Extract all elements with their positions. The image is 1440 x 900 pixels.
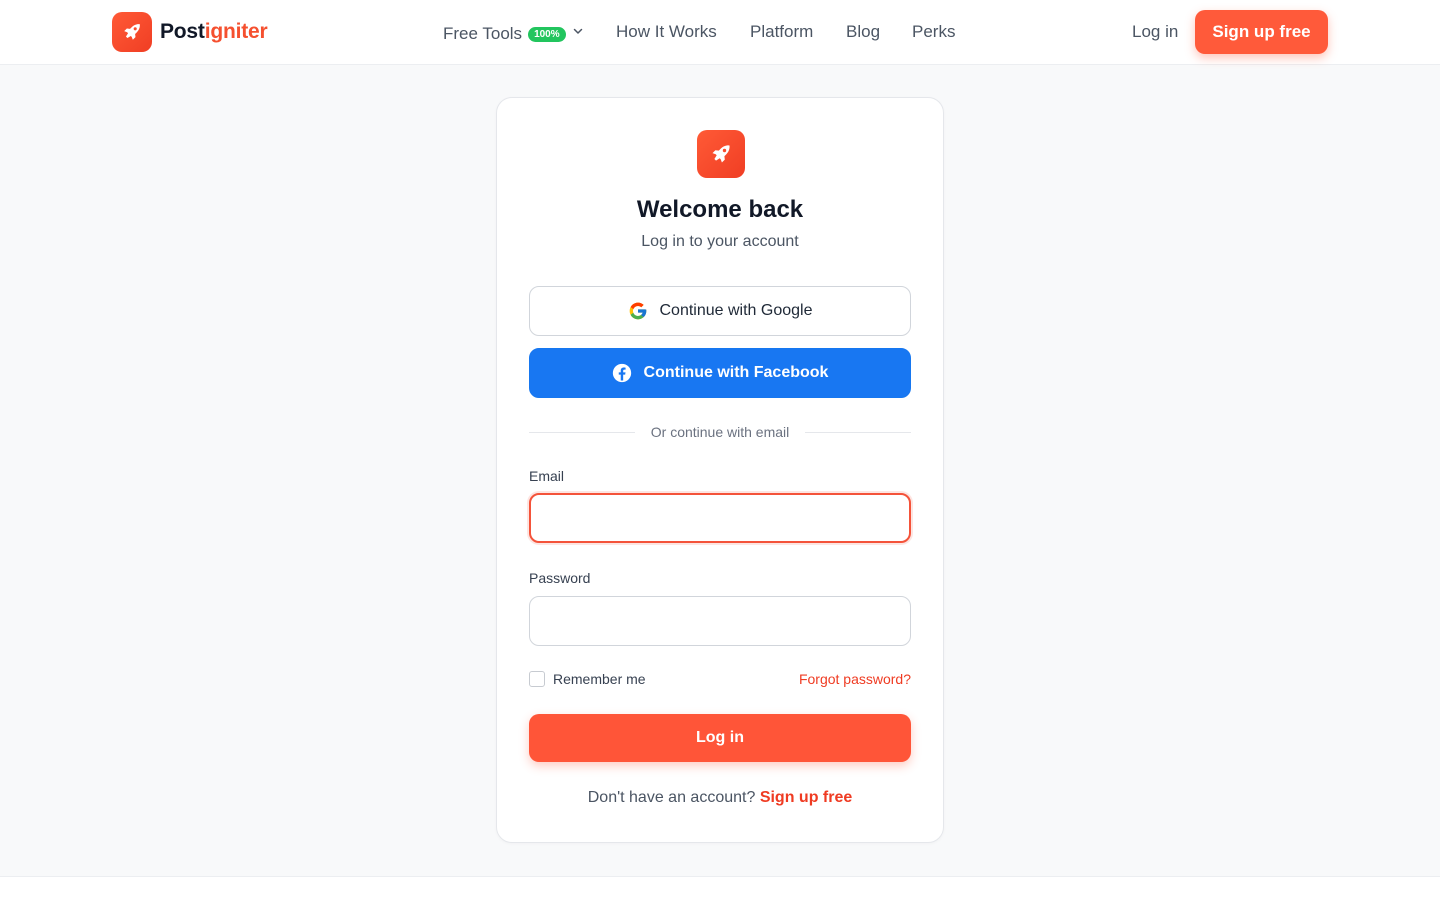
nav-platform[interactable]: Platform — [750, 22, 813, 42]
header-signup-button[interactable]: Sign up free — [1195, 10, 1328, 54]
brand-logo[interactable]: Postigniter — [112, 12, 268, 52]
forgot-password-link[interactable]: Forgot password? — [799, 671, 911, 687]
header-login-link[interactable]: Log in — [1132, 22, 1178, 42]
page-subtitle: Log in to your account — [641, 233, 799, 250]
brand-name: Postigniter — [160, 20, 268, 44]
signup-prompt: Don't have an account? Sign up free — [497, 789, 943, 807]
facebook-login-button[interactable]: Continue with Facebook — [529, 348, 911, 398]
top-nav: Postigniter Free Tools 100% How It Works … — [0, 0, 1440, 65]
login-card: Welcome back Log in to your account Cont… — [496, 97, 944, 843]
or-divider: Or continue with email — [529, 424, 912, 440]
chevron-down-icon — [572, 22, 584, 42]
brand-name-part2: igniter — [204, 20, 268, 43]
google-icon — [628, 301, 648, 321]
remember-me[interactable]: Remember me — [529, 671, 646, 687]
divider-line-right — [805, 431, 912, 433]
facebook-login-label: Continue with Facebook — [643, 364, 829, 381]
page-title: Welcome back — [636, 196, 804, 223]
facebook-icon — [612, 363, 632, 383]
remember-me-checkbox[interactable] — [529, 671, 545, 687]
remember-me-label: Remember me — [553, 671, 646, 687]
free-tools-badge: 100% — [528, 27, 566, 42]
rocket-icon — [697, 130, 745, 178]
no-account-text: Don't have an account? — [587, 789, 756, 806]
google-login-button[interactable]: Continue with Google — [529, 286, 911, 336]
password-field[interactable] — [529, 596, 911, 646]
divider-line-left — [529, 431, 635, 433]
email-label: Email — [529, 468, 565, 484]
email-field[interactable] — [529, 493, 911, 543]
page-footer — [0, 876, 1440, 900]
nav-perks[interactable]: Perks — [912, 22, 955, 42]
brand-name-part1: Post — [160, 20, 205, 43]
google-login-label: Continue with Google — [659, 302, 813, 319]
nav-free-tools[interactable]: Free Tools 100% — [443, 22, 584, 44]
nav-how-it-works[interactable]: How It Works — [616, 22, 717, 42]
nav-free-tools-label: Free Tools — [443, 24, 523, 43]
divider-text: Or continue with email — [650, 424, 790, 440]
nav-blog[interactable]: Blog — [846, 22, 880, 42]
login-button[interactable]: Log in — [529, 714, 911, 762]
rocket-icon — [112, 12, 152, 52]
signup-link[interactable]: Sign up free — [760, 789, 852, 806]
password-label: Password — [529, 570, 591, 586]
